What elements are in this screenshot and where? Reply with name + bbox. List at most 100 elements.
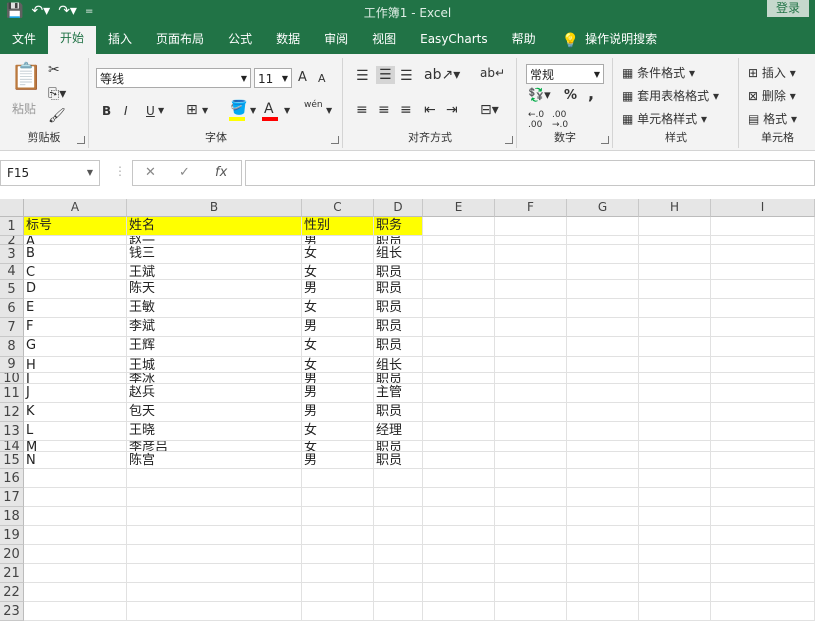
- header-cell[interactable]: [711, 217, 815, 236]
- phonetic-dropdown-icon[interactable]: ▼: [326, 106, 332, 115]
- table-cell[interactable]: [639, 318, 711, 337]
- table-cell[interactable]: [495, 507, 567, 526]
- table-cell[interactable]: [423, 602, 495, 621]
- column-header-h[interactable]: H: [639, 199, 711, 217]
- table-cell[interactable]: [495, 452, 567, 469]
- delete-cells-button[interactable]: ⊠ 删除 ▾: [748, 87, 796, 104]
- table-cell[interactable]: [24, 526, 127, 545]
- table-cell[interactable]: [423, 422, 495, 441]
- font-launcher-icon[interactable]: [331, 136, 339, 144]
- column-header-c[interactable]: C: [302, 199, 374, 217]
- table-cell[interactable]: D: [24, 280, 127, 299]
- row-header[interactable]: 14: [0, 441, 24, 452]
- table-cell[interactable]: [639, 507, 711, 526]
- table-cell[interactable]: [639, 488, 711, 507]
- table-cell[interactable]: [567, 526, 639, 545]
- column-header-d[interactable]: D: [374, 199, 423, 217]
- table-cell[interactable]: [495, 337, 567, 357]
- table-cell[interactable]: [567, 452, 639, 469]
- table-cell[interactable]: [423, 507, 495, 526]
- table-cell[interactable]: [302, 469, 374, 488]
- table-cell[interactable]: [567, 488, 639, 507]
- align-middle-icon[interactable]: ☰: [376, 66, 395, 84]
- table-cell[interactable]: 男: [302, 384, 374, 403]
- table-cell[interactable]: [711, 602, 815, 621]
- table-cell[interactable]: 女: [302, 441, 374, 452]
- insert-function-button[interactable]: fx: [215, 165, 227, 180]
- increase-decimal-icon[interactable]: ←.0.00: [528, 110, 544, 130]
- table-cell[interactable]: [567, 384, 639, 403]
- table-cell[interactable]: [639, 583, 711, 602]
- table-cell[interactable]: [567, 422, 639, 441]
- row-header[interactable]: 16: [0, 469, 24, 488]
- header-cell[interactable]: [495, 217, 567, 236]
- table-cell[interactable]: [423, 357, 495, 373]
- row-header[interactable]: 19: [0, 526, 24, 545]
- table-cell[interactable]: [423, 245, 495, 264]
- row-header[interactable]: 17: [0, 488, 24, 507]
- table-cell[interactable]: [24, 545, 127, 564]
- table-cell[interactable]: [495, 373, 567, 384]
- table-cell[interactable]: 职员: [374, 236, 423, 245]
- cell-styles-button[interactable]: ▦ 单元格样式 ▾: [622, 110, 707, 127]
- table-cell[interactable]: L: [24, 422, 127, 441]
- table-cell[interactable]: 女: [302, 245, 374, 264]
- table-cell[interactable]: [495, 357, 567, 373]
- merge-center-icon[interactable]: ⊟▾: [480, 102, 499, 118]
- table-cell[interactable]: [567, 299, 639, 318]
- table-cell[interactable]: [567, 583, 639, 602]
- table-cell[interactable]: B: [24, 245, 127, 264]
- table-cell[interactable]: [302, 545, 374, 564]
- format-cells-button[interactable]: ▤ 格式 ▾: [748, 110, 797, 127]
- table-cell[interactable]: M: [24, 441, 127, 452]
- table-cell[interactable]: [711, 337, 815, 357]
- table-cell[interactable]: [302, 564, 374, 583]
- table-cell[interactable]: [24, 469, 127, 488]
- table-cell[interactable]: [567, 564, 639, 583]
- table-cell[interactable]: E: [24, 299, 127, 318]
- table-cell[interactable]: [495, 318, 567, 337]
- number-launcher-icon[interactable]: [601, 136, 609, 144]
- cancel-entry-icon[interactable]: ✕: [145, 165, 156, 180]
- row-header[interactable]: 21: [0, 564, 24, 583]
- table-cell[interactable]: [423, 403, 495, 422]
- table-cell[interactable]: [711, 469, 815, 488]
- fill-color-dropdown-icon[interactable]: ▼: [250, 106, 256, 115]
- table-cell[interactable]: K: [24, 403, 127, 422]
- table-cell[interactable]: [423, 441, 495, 452]
- table-cell[interactable]: 陈宫: [127, 452, 302, 469]
- table-cell[interactable]: [24, 507, 127, 526]
- tab-formulas[interactable]: 公式: [216, 27, 264, 54]
- table-cell[interactable]: [423, 264, 495, 280]
- worksheet-grid[interactable]: A B C D E F G H I 1 标号 姓名 性别 职务 2 A 赵一男职员 3 B 钱三女组长 4 C 王斌女职员 5…: [0, 199, 815, 621]
- cut-icon[interactable]: ✂: [48, 62, 60, 78]
- format-painter-icon[interactable]: 🖌: [48, 108, 66, 124]
- table-cell[interactable]: [711, 422, 815, 441]
- table-cell[interactable]: 经理: [374, 422, 423, 441]
- table-cell[interactable]: 职员: [374, 299, 423, 318]
- clipboard-launcher-icon[interactable]: [77, 136, 85, 144]
- table-cell[interactable]: 李彦吕: [127, 441, 302, 452]
- align-right-icon[interactable]: ≡: [400, 102, 412, 118]
- table-cell[interactable]: [24, 564, 127, 583]
- table-cell[interactable]: [423, 564, 495, 583]
- table-cell[interactable]: [639, 280, 711, 299]
- table-cell[interactable]: [127, 507, 302, 526]
- table-cell[interactable]: [423, 452, 495, 469]
- number-format-select[interactable]: 常规 ▼: [526, 64, 604, 84]
- table-cell[interactable]: [711, 236, 815, 245]
- row-header[interactable]: 3: [0, 245, 24, 264]
- table-cell[interactable]: 男: [302, 280, 374, 299]
- table-cell[interactable]: H: [24, 357, 127, 373]
- font-color-icon[interactable]: A: [264, 101, 274, 117]
- table-cell[interactable]: C: [24, 264, 127, 280]
- table-cell[interactable]: 男: [302, 236, 374, 245]
- paste-button[interactable]: 粘贴: [12, 100, 36, 117]
- table-cell[interactable]: [495, 384, 567, 403]
- table-cell[interactable]: [24, 602, 127, 621]
- table-cell[interactable]: [639, 264, 711, 280]
- tab-help[interactable]: 帮助: [500, 27, 548, 54]
- table-cell[interactable]: 职员: [374, 280, 423, 299]
- table-cell[interactable]: [127, 564, 302, 583]
- table-cell[interactable]: [711, 526, 815, 545]
